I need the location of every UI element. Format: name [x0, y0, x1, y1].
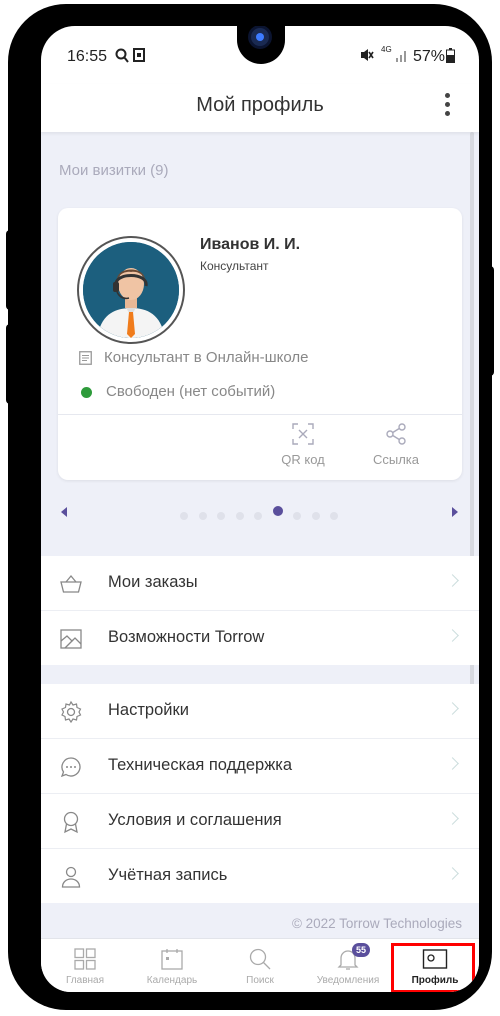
share-link-label: Ссылка: [372, 452, 420, 467]
menu-item-settings[interactable]: Настройки: [41, 684, 479, 739]
menu-item-orders[interactable]: Мои заказы: [41, 556, 479, 611]
tab-label: Поиск: [246, 975, 274, 986]
chevron-right-icon: [446, 702, 459, 715]
basket-icon: [60, 574, 82, 593]
pager-dot[interactable]: [293, 512, 301, 520]
menu-item-features[interactable]: Возможности Torrow: [41, 611, 479, 665]
pager-dot[interactable]: [254, 512, 262, 520]
document-icon: [79, 351, 92, 365]
share-link-button[interactable]: Ссылка: [361, 422, 431, 467]
battery-icon: [446, 48, 455, 63]
menu-item-account[interactable]: Учётная запись: [41, 849, 479, 903]
menu-item-label: Возможности Torrow: [108, 628, 265, 646]
chevron-right-icon: [446, 574, 459, 587]
tab-home[interactable]: Главная: [41, 939, 129, 992]
share-icon: [386, 423, 406, 445]
status-text: Свободен (нет событий): [106, 383, 276, 400]
pager-dot[interactable]: [235, 512, 244, 520]
phone-frame: 16:55 4G 57% Мой профиль Мои визитки (9): [6, 4, 494, 1010]
pager-dots: [180, 506, 349, 525]
menu-group-orders: Мои заказы Возможности Torrow: [41, 556, 479, 665]
menu-item-terms[interactable]: Условия и соглашения: [41, 794, 479, 849]
tab-label: Календарь: [146, 975, 198, 986]
active-tab-highlight: [391, 943, 475, 992]
search-status-icon: [115, 48, 129, 63]
pager-dot[interactable]: [311, 512, 320, 520]
chevron-right-icon: [446, 867, 459, 880]
next-card-arrow[interactable]: [452, 507, 458, 517]
chevron-right-icon: [446, 812, 459, 825]
screenshot-status-icon: [133, 48, 145, 62]
award-icon: [63, 811, 79, 834]
cards-section-title: Мои визитки (9): [59, 162, 169, 179]
mute-icon: [361, 49, 374, 61]
pager-dot[interactable]: [198, 512, 207, 520]
card-divider: [58, 414, 462, 415]
status-time: 16:55: [67, 48, 108, 65]
avatar-image: [83, 242, 179, 338]
qr-code-icon: [292, 423, 314, 445]
profile-content: Мои визитки (9) Иванов И. И. Консультант…: [41, 132, 479, 938]
card-name: Иванов И. И.: [200, 236, 301, 253]
status-indicator: [81, 386, 92, 398]
card-role: Консультант: [200, 259, 269, 273]
business-card[interactable]: Иванов И. И. Консультант Консультант в О…: [58, 208, 462, 480]
calendar-icon: [161, 949, 183, 970]
app-bar: Мой профиль: [41, 84, 479, 132]
pager-dot-active[interactable]: [272, 506, 283, 516]
qr-code-button[interactable]: QR код: [268, 422, 338, 467]
pager-dot[interactable]: [217, 512, 225, 520]
signal-icon: [396, 51, 406, 62]
gear-icon: [61, 700, 82, 724]
menu-item-label: Техническая поддержка: [108, 756, 292, 774]
features-icon: [60, 629, 82, 649]
card-pager: [41, 502, 479, 522]
qr-code-label: QR код: [281, 452, 325, 467]
copyright: © 2022 Torrow Technologies: [291, 916, 462, 931]
organization-row: Консультант в Онлайн-школе: [79, 349, 309, 366]
bottom-navigation: Главная Календарь Поиск 55 Уведомления П…: [41, 938, 479, 992]
chevron-right-icon: [446, 757, 459, 770]
power-button: [486, 266, 494, 376]
user-icon: [61, 866, 81, 888]
menu-group-settings: Настройки Техническая поддержка Условия …: [41, 684, 479, 903]
volume-button: [6, 230, 14, 310]
front-camera: [237, 26, 285, 64]
page-title: Мой профиль: [196, 94, 324, 116]
grid-icon: [74, 948, 96, 970]
volume-button-lower: [6, 324, 14, 404]
notification-badge: 55: [352, 943, 370, 957]
organization-text: Консультант в Онлайн-школе: [104, 349, 309, 366]
tab-notifications[interactable]: 55 Уведомления: [304, 939, 392, 992]
status-bar: 16:55 4G 57%: [41, 26, 479, 84]
menu-item-label: Учётная запись: [108, 866, 228, 884]
tab-search[interactable]: Поиск: [216, 939, 304, 992]
menu-item-label: Настройки: [108, 701, 189, 719]
more-menu-icon[interactable]: [441, 91, 453, 119]
tab-label: Главная: [65, 975, 105, 986]
tab-calendar[interactable]: Календарь: [128, 939, 216, 992]
pager-dot[interactable]: [180, 512, 188, 520]
battery-level: 57%: [413, 48, 446, 65]
previous-card-arrow[interactable]: [61, 507, 67, 517]
screen: 16:55 4G 57% Мой профиль Мои визитки (9): [41, 26, 479, 992]
network-type: 4G: [381, 45, 392, 54]
menu-item-support[interactable]: Техническая поддержка: [41, 739, 479, 794]
menu-item-label: Мои заказы: [108, 573, 198, 591]
pager-dot[interactable]: [330, 512, 338, 520]
tab-label: Уведомления: [316, 975, 380, 986]
menu-item-label: Условия и соглашения: [108, 811, 282, 829]
avatar: [77, 236, 185, 344]
search-icon: [249, 948, 271, 970]
status-row: Свободен (нет событий): [79, 383, 275, 400]
chevron-right-icon: [446, 629, 459, 642]
chat-icon: [60, 757, 81, 778]
